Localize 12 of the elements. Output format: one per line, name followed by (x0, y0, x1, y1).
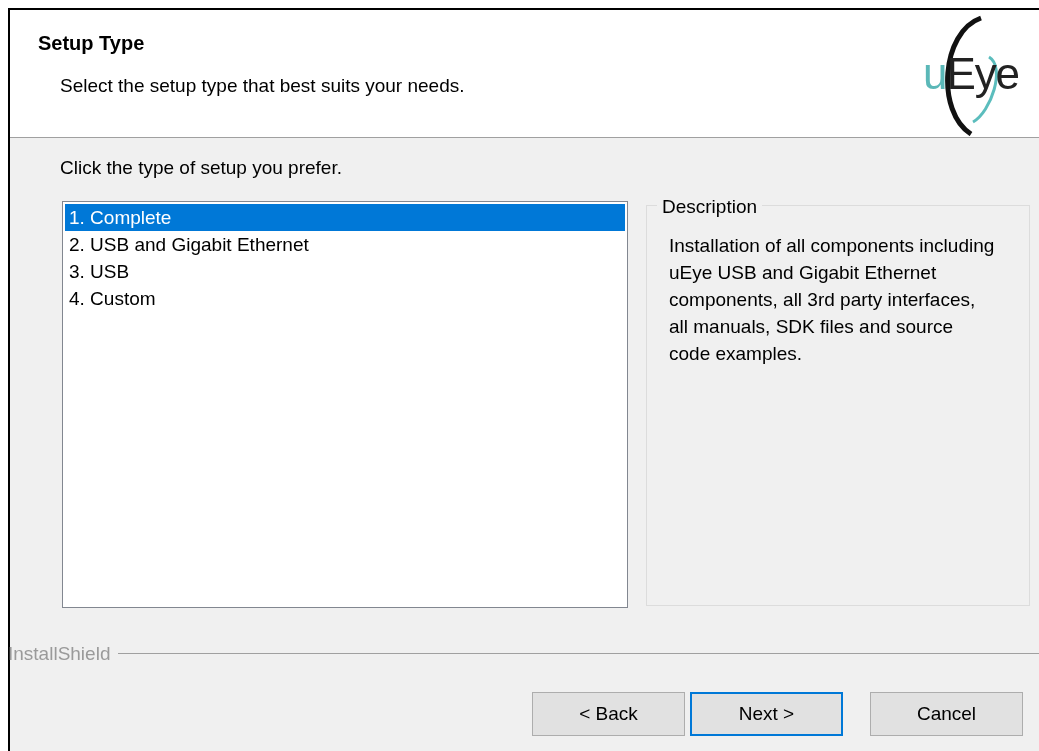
list-item[interactable]: 4. Custom (65, 284, 625, 312)
list-item[interactable]: 2. USB and Gigabit Ethernet (65, 230, 625, 258)
page-title: Setup Type (38, 31, 146, 56)
list-item[interactable]: 1. Complete (65, 203, 625, 231)
dialog-button[interactable]: Next > (690, 692, 843, 736)
dialog-button[interactable]: < Back (532, 692, 685, 736)
setup-prompt: Click the type of setup you prefer. (60, 156, 343, 180)
dialog-button[interactable]: Cancel (870, 692, 1023, 736)
page-subtitle: Select the setup type that best suits your needs. (59, 74, 465, 98)
description-text: Installation of all components including uEye USB and Gigabit Ethernet components, all 3rd party interfaces, all manuals, SDK files and source code examples. (669, 233, 996, 366)
list-item[interactable]: 3. USB (65, 257, 625, 285)
setup-type-list[interactable]: 1. Complete 2. USB and Gigabit Ethernet 3. USB 4. Custom (62, 200, 628, 608)
